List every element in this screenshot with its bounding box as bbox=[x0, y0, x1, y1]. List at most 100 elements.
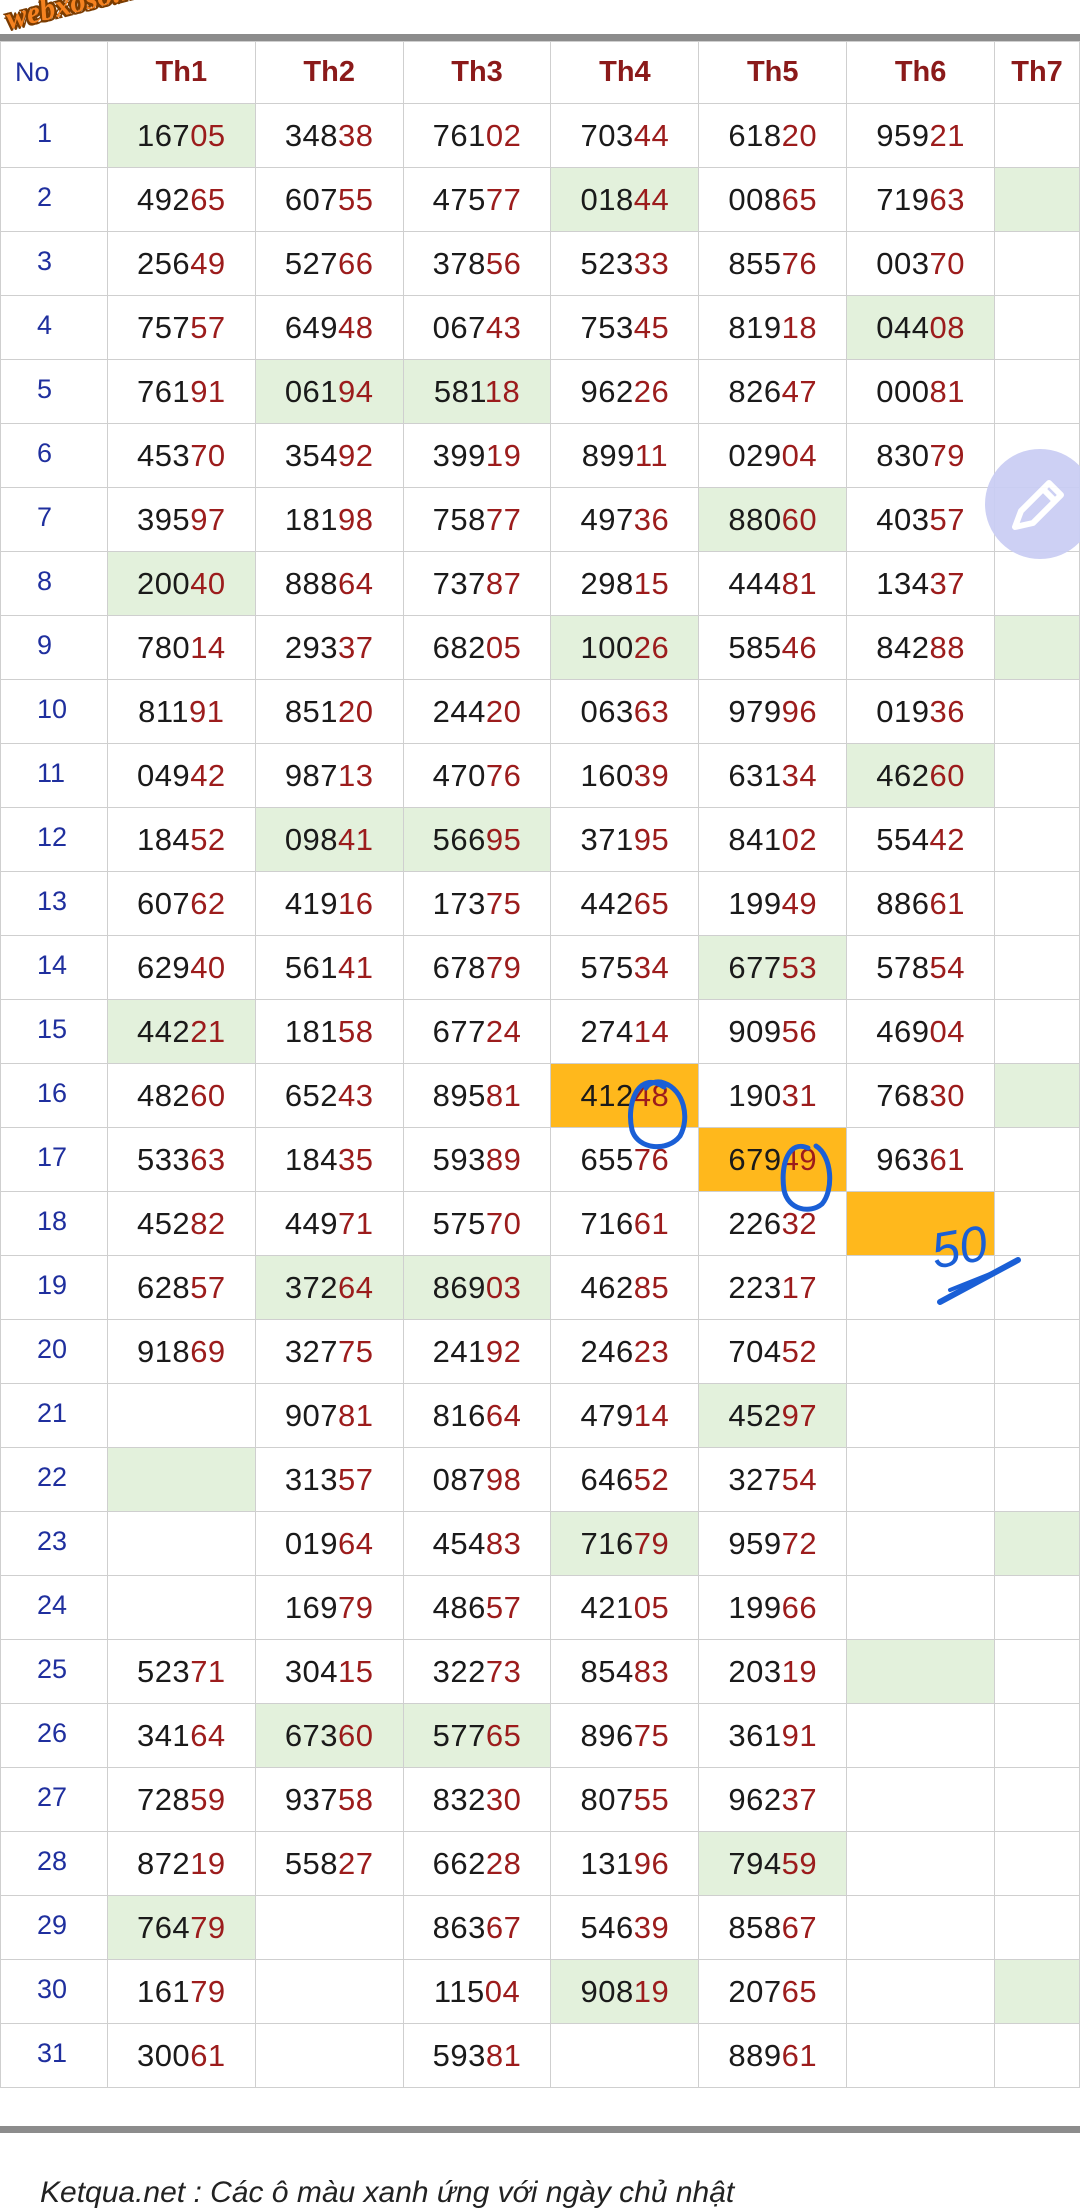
tail-digits: 81 bbox=[929, 373, 965, 409]
head-digits: 444 bbox=[728, 565, 782, 601]
day-number: 17 bbox=[0, 1127, 108, 1192]
result-cell: 68205 bbox=[402, 615, 552, 680]
table-body: 1 16705 34838 76102 70344 61820 95921 2 49265 607… bbox=[0, 103, 1080, 2088]
result-cell: 18435 bbox=[254, 1127, 404, 1192]
result-cell bbox=[846, 1319, 996, 1384]
tail-digits: 91 bbox=[189, 693, 225, 729]
result-cell: 41916 bbox=[254, 871, 404, 936]
day-number: 30 bbox=[0, 1959, 108, 2024]
result-cell: 87219 bbox=[106, 1831, 256, 1896]
result-cell: 80755 bbox=[550, 1767, 700, 1832]
result-cell: 96361 bbox=[846, 1127, 996, 1192]
result-cell: 18158 bbox=[254, 999, 404, 1064]
head-digits: 100 bbox=[580, 629, 634, 665]
result-cell: 67949 bbox=[698, 1127, 848, 1192]
result-cell bbox=[846, 1191, 996, 1256]
tail-digits: 05 bbox=[485, 629, 522, 665]
tail-digits: 28 bbox=[485, 1845, 522, 1881]
day-number: 4 bbox=[0, 295, 108, 360]
result-cell bbox=[846, 1895, 996, 1960]
day-number: 7 bbox=[0, 487, 108, 552]
result-cell: 25649 bbox=[106, 231, 256, 296]
day-number: 22 bbox=[0, 1447, 108, 1512]
tail-digits: 49 bbox=[781, 885, 818, 921]
head-digits: 327 bbox=[284, 1333, 339, 1369]
result-cell bbox=[994, 1831, 1080, 1896]
result-cell: 76102 bbox=[402, 103, 552, 168]
head-digits: 819 bbox=[728, 309, 782, 345]
header-th1: Th1 bbox=[106, 41, 256, 104]
result-cell: 44481 bbox=[698, 551, 848, 616]
tail-digits: 76 bbox=[633, 1141, 670, 1177]
head-digits: 679 bbox=[728, 1141, 782, 1177]
tail-digits: 81 bbox=[485, 1077, 522, 1113]
head-digits: 523 bbox=[580, 245, 634, 281]
result-cell: 65243 bbox=[254, 1063, 404, 1128]
day-number: 5 bbox=[0, 359, 108, 424]
result-cell: 18452 bbox=[106, 807, 256, 872]
result-cell: 67753 bbox=[698, 935, 848, 1000]
day-number: 14 bbox=[0, 935, 108, 1000]
result-cell bbox=[846, 1831, 996, 1896]
tail-digits: 65 bbox=[633, 885, 670, 921]
tail-digits: 67 bbox=[781, 1909, 818, 1945]
result-cell: 47577 bbox=[402, 167, 552, 232]
head-digits: 274 bbox=[580, 1013, 634, 1049]
tail-digits: 48 bbox=[633, 1077, 670, 1113]
result-cell: 90781 bbox=[254, 1383, 404, 1448]
result-cell: 56695 bbox=[402, 807, 552, 872]
result-cell: 56141 bbox=[254, 935, 404, 1000]
result-cell: 16979 bbox=[254, 1575, 404, 1640]
day-number: 26 bbox=[0, 1703, 108, 1768]
head-digits: 298 bbox=[580, 565, 634, 601]
result-cell bbox=[846, 1383, 996, 1448]
table-row: 10 81191 85120 24420 06363 97996 01936 bbox=[0, 679, 1080, 744]
result-cell bbox=[846, 1703, 996, 1768]
result-cell bbox=[846, 1767, 996, 1832]
result-cell bbox=[994, 871, 1080, 936]
result-cell: 37856 bbox=[402, 231, 552, 296]
head-digits: 896 bbox=[580, 1717, 634, 1753]
result-cell: 44265 bbox=[550, 871, 700, 936]
head-digits: 482 bbox=[136, 1077, 191, 1113]
result-cell: 41248 bbox=[550, 1063, 700, 1128]
head-digits: 655 bbox=[580, 1141, 634, 1177]
head-digits: 826 bbox=[728, 373, 782, 409]
tail-digits: 71 bbox=[338, 1205, 374, 1241]
head-digits: 199 bbox=[728, 885, 782, 921]
result-cell bbox=[994, 1511, 1080, 1576]
head-digits: 908 bbox=[580, 1973, 634, 2009]
day-number: 28 bbox=[0, 1831, 108, 1896]
tail-digits: 47 bbox=[781, 373, 818, 409]
head-digits: 527 bbox=[284, 245, 339, 281]
tail-digits: 37 bbox=[929, 565, 965, 601]
result-cell: 10026 bbox=[550, 615, 700, 680]
result-cell: 53363 bbox=[106, 1127, 256, 1192]
head-digits: 832 bbox=[432, 1781, 486, 1817]
result-cell: 09841 bbox=[254, 807, 404, 872]
result-cell: 31357 bbox=[254, 1447, 404, 1512]
result-cell: 24623 bbox=[550, 1319, 700, 1384]
result-cell: 75877 bbox=[402, 487, 552, 552]
result-cell: 85867 bbox=[698, 1895, 848, 1960]
day-number: 29 bbox=[0, 1895, 108, 1960]
tail-digits: 40 bbox=[190, 949, 226, 985]
tail-digits: 96 bbox=[781, 693, 818, 729]
day-number: 1 bbox=[0, 103, 108, 168]
tail-digits: 91 bbox=[190, 373, 226, 409]
pencil-icon bbox=[1012, 480, 1064, 530]
head-digits: 585 bbox=[728, 629, 782, 665]
tail-digits: 57 bbox=[338, 1461, 374, 1497]
table-row: 13 60762 41916 17375 44265 19949 88661 bbox=[0, 871, 1080, 936]
tail-digits: 59 bbox=[190, 1781, 226, 1817]
tail-digits: 88 bbox=[929, 629, 965, 665]
head-digits: 115 bbox=[433, 1973, 485, 2009]
head-digits: 341 bbox=[136, 1717, 191, 1753]
day-number: 16 bbox=[0, 1063, 108, 1128]
table-row: 14 62940 56141 67879 57534 67753 57854 bbox=[0, 935, 1080, 1000]
result-cell bbox=[106, 1511, 256, 1576]
tail-digits: 98 bbox=[485, 1461, 522, 1497]
tail-digits: 75 bbox=[485, 885, 522, 921]
result-cell: 32775 bbox=[254, 1319, 404, 1384]
result-cell: 52371 bbox=[106, 1639, 256, 1704]
